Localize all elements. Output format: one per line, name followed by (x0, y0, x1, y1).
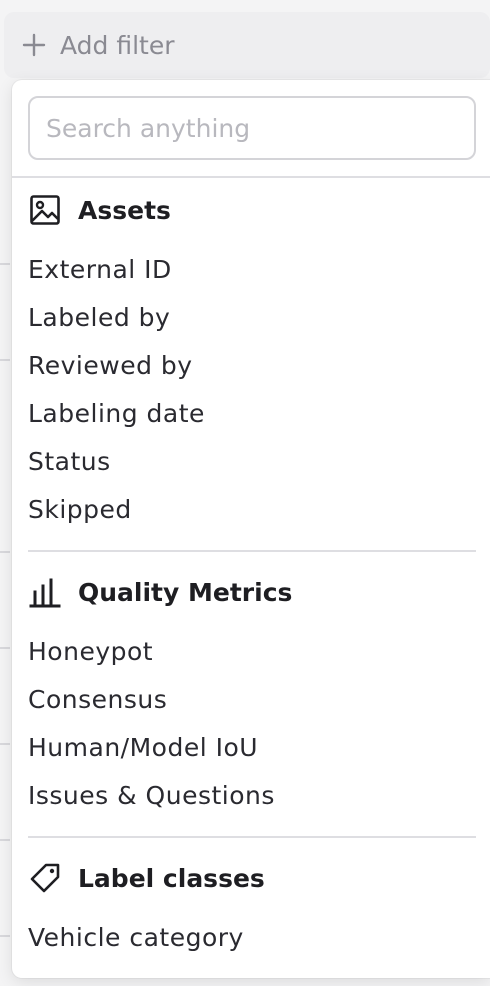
add-filter-button[interactable]: Add filter (22, 26, 175, 64)
search-container (28, 96, 476, 160)
background-divider (0, 935, 10, 937)
background-divider (0, 743, 10, 745)
tag-icon (28, 861, 62, 895)
search-divider (12, 176, 490, 178)
section-assets: Assets External ID Labeled by Reviewed b… (28, 186, 476, 534)
section-title: Assets (78, 195, 171, 225)
filter-option-external-id[interactable]: External ID (28, 246, 476, 294)
filter-option-consensus[interactable]: Consensus (28, 676, 476, 724)
filter-dropdown: Assets External ID Labeled by Reviewed b… (12, 80, 490, 978)
background-divider (0, 359, 10, 361)
filter-option-reviewed-by[interactable]: Reviewed by (28, 342, 476, 390)
background-divider (0, 839, 10, 841)
filter-option-status[interactable]: Status (28, 438, 476, 486)
search-input[interactable] (28, 96, 476, 160)
plus-icon (22, 33, 46, 57)
filter-option-honeypot[interactable]: Honeypot (28, 628, 476, 676)
section-header-assets: Assets (28, 186, 476, 234)
filter-option-vehicle-category[interactable]: Vehicle category (28, 914, 476, 962)
background-divider (0, 551, 10, 553)
filter-option-labeling-date[interactable]: Labeling date (28, 390, 476, 438)
section-label-classes: Label classes Vehicle category (28, 854, 476, 962)
section-header-label-classes: Label classes (28, 854, 476, 902)
section-divider (28, 836, 476, 838)
background-divider (0, 647, 10, 649)
background-divider (0, 263, 10, 265)
section-title: Label classes (78, 863, 265, 893)
section-header-quality-metrics: Quality Metrics (28, 568, 476, 616)
bar-chart-icon (28, 575, 62, 609)
section-divider (28, 550, 476, 552)
filter-option-issues-questions[interactable]: Issues & Questions (28, 772, 476, 820)
filter-option-human-model-iou[interactable]: Human/Model IoU (28, 724, 476, 772)
section-title: Quality Metrics (78, 577, 293, 607)
add-filter-label: Add filter (60, 30, 175, 60)
image-icon (28, 193, 62, 227)
filter-bar: Add filter (4, 12, 490, 78)
filter-option-skipped[interactable]: Skipped (28, 486, 476, 534)
filter-option-labeled-by[interactable]: Labeled by (28, 294, 476, 342)
section-quality-metrics: Quality Metrics Honeypot Consensus Human… (28, 568, 476, 820)
